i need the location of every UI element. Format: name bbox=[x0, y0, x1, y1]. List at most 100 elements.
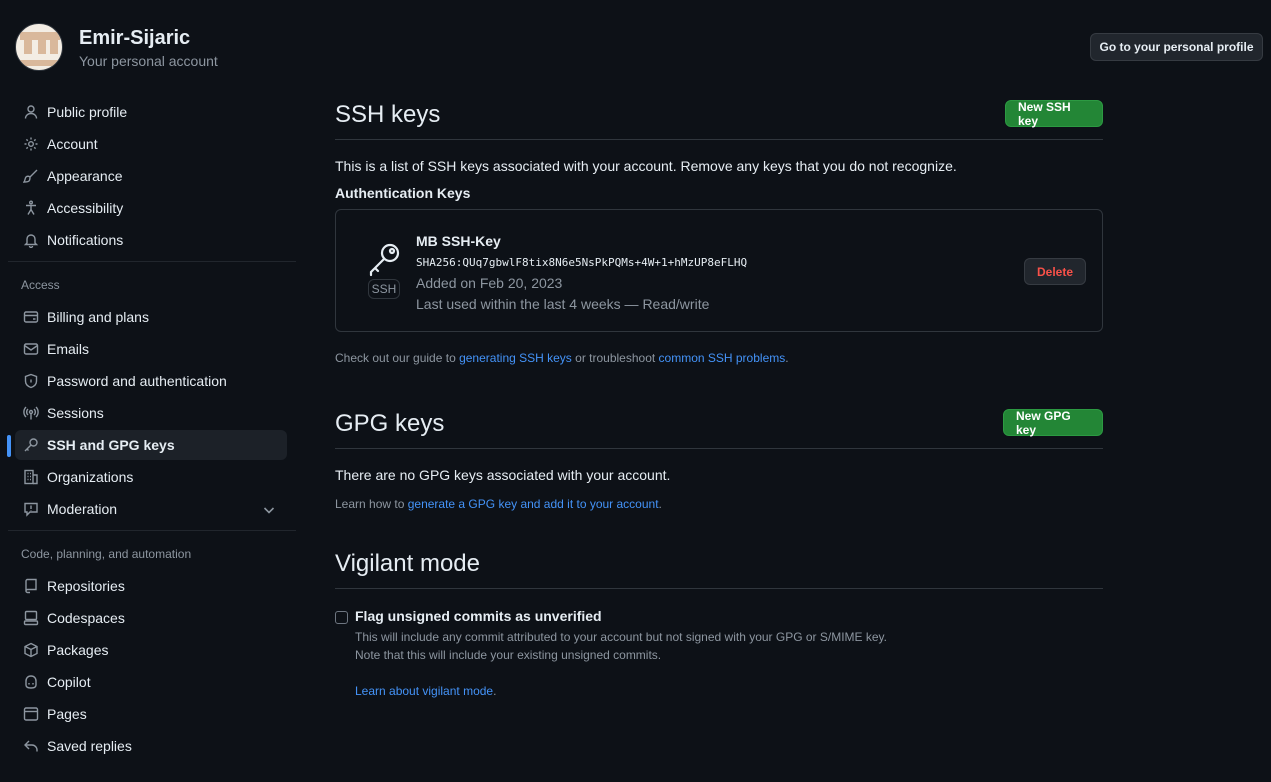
ssh-key-name: MB SSH-Key bbox=[416, 233, 501, 249]
vigilant-description-1: This will include any commit attributed … bbox=[355, 630, 888, 644]
go-to-profile-button[interactable]: Go to your personal profile bbox=[1090, 33, 1263, 61]
sidebar-item-public-profile[interactable]: Public profile bbox=[15, 97, 287, 127]
authentication-keys-title: Authentication Keys bbox=[335, 185, 471, 201]
delete-ssh-key-button[interactable]: Delete bbox=[1024, 258, 1086, 285]
generate-gpg-key-link[interactable]: generate a GPG key and add it to your ac… bbox=[408, 497, 659, 511]
gpg-learn-text: Learn how to generate a GPG key and add … bbox=[335, 497, 1103, 511]
sidebar-item-label: Billing and plans bbox=[47, 309, 149, 325]
avatar[interactable] bbox=[15, 23, 63, 71]
ssh-guide-mid: or troubleshoot bbox=[571, 351, 659, 365]
gpg-section-title: GPG keys bbox=[335, 410, 445, 437]
sidebar-item-label: Sessions bbox=[47, 405, 104, 421]
copilot-icon bbox=[23, 674, 39, 690]
key-icon bbox=[367, 241, 403, 277]
ssh-description: This is a list of SSH keys associated wi… bbox=[335, 158, 957, 174]
sidebar-item-label: Notifications bbox=[47, 232, 124, 248]
account-username[interactable]: Emir-Sijaric bbox=[79, 27, 190, 50]
sidebar-item-appearance[interactable]: Appearance bbox=[15, 161, 287, 191]
sidebar-item-emails[interactable]: Emails bbox=[15, 334, 287, 364]
sidebar-item-label: Password and authentication bbox=[47, 373, 227, 389]
sidebar-item-packages[interactable]: Packages bbox=[15, 635, 287, 665]
vigilant-learn-suffix: . bbox=[493, 684, 497, 698]
sidebar-item-label: Emails bbox=[47, 341, 90, 357]
sidebar-item-ssh-gpg-keys[interactable]: SSH and GPG keys bbox=[7, 430, 287, 460]
sidebar-item-codespaces[interactable]: Codespaces bbox=[15, 603, 287, 633]
sidebar-item-label: Saved replies bbox=[47, 738, 132, 754]
sidebar-item-label: Repositories bbox=[47, 578, 125, 594]
sidebar-item-label: Organizations bbox=[47, 469, 134, 485]
ssh-key-last-used: Last used within the last 4 weeks — Read… bbox=[416, 296, 710, 312]
vigilant-learn-text: Learn about vigilant mode. bbox=[355, 684, 496, 698]
organization-icon bbox=[23, 469, 39, 485]
ssh-key-item: SSH MB SSH-Key SHA256:QUq7gbwlF8tix8N6e5… bbox=[335, 209, 1103, 332]
ssh-section-header: SSH keys New SSH key bbox=[335, 95, 1103, 140]
learn-vigilant-mode-link[interactable]: Learn about vigilant mode bbox=[355, 684, 493, 698]
ssh-badge: SSH bbox=[368, 279, 400, 299]
sidebar-item-billing[interactable]: Billing and plans bbox=[15, 302, 287, 332]
reply-icon bbox=[23, 738, 39, 754]
ssh-key-fingerprint: SHA256:QUq7gbwlF8tix8N6e5NsPkPQMs+4W+1+h… bbox=[416, 256, 748, 269]
sidebar-item-label: Appearance bbox=[47, 168, 123, 184]
generating-ssh-keys-link[interactable]: generating SSH keys bbox=[459, 351, 572, 365]
ssh-section-title: SSH keys bbox=[335, 101, 441, 128]
credit-card-icon bbox=[23, 309, 39, 325]
sidebar-item-label: Pages bbox=[47, 706, 87, 722]
sidebar-item-label: Packages bbox=[47, 642, 109, 658]
vigilant-description-2: Note that this will include your existin… bbox=[355, 648, 662, 662]
account-subtitle: Your personal account bbox=[79, 53, 218, 69]
vigilant-checkbox-label[interactable]: Flag unsigned commits as unverified bbox=[355, 608, 602, 624]
broadcast-icon bbox=[23, 405, 39, 421]
ssh-key-added-date: Added on Feb 20, 2023 bbox=[416, 275, 563, 291]
gpg-section-header: GPG keys New GPG key bbox=[335, 404, 1103, 449]
sidebar-item-label: SSH and GPG keys bbox=[47, 437, 175, 453]
vigilant-section-title: Vigilant mode bbox=[335, 550, 480, 577]
sidebar-item-moderation[interactable]: Moderation bbox=[15, 494, 287, 524]
sidebar-item-account[interactable]: Account bbox=[15, 129, 287, 159]
sidebar-item-label: Copilot bbox=[47, 674, 91, 690]
report-icon bbox=[23, 501, 39, 517]
gear-icon bbox=[23, 136, 39, 152]
key-icon bbox=[23, 437, 39, 453]
ssh-guide-text: Check out our guide to generating SSH ke… bbox=[335, 351, 1103, 365]
vigilant-section-header: Vigilant mode bbox=[335, 544, 1103, 589]
sidebar-item-label: Public profile bbox=[47, 104, 128, 120]
sidebar-item-label: Moderation bbox=[47, 501, 118, 517]
person-icon bbox=[23, 104, 39, 120]
sidebar-item-sessions[interactable]: Sessions bbox=[15, 398, 287, 428]
package-icon bbox=[23, 642, 39, 658]
settings-sidebar: Public profile Account Appearance Access… bbox=[7, 95, 296, 761]
vigilant-option: Flag unsigned commits as unverified This… bbox=[335, 607, 1103, 707]
shield-lock-icon bbox=[23, 373, 39, 389]
sidebar-item-pages[interactable]: Pages bbox=[15, 699, 287, 729]
sidebar-group-title-access: Access bbox=[21, 278, 60, 292]
sidebar-item-repositories[interactable]: Repositories bbox=[15, 571, 287, 601]
vigilant-mode-checkbox[interactable] bbox=[335, 611, 348, 624]
new-gpg-key-button[interactable]: New GPG key bbox=[1003, 409, 1103, 437]
sidebar-item-organizations[interactable]: Organizations bbox=[15, 462, 287, 492]
codespaces-icon bbox=[23, 610, 39, 626]
gpg-learn-prefix: Learn how to bbox=[335, 497, 408, 511]
gpg-empty-message: There are no GPG keys associated with yo… bbox=[335, 467, 671, 483]
paintbrush-icon bbox=[23, 168, 39, 184]
new-ssh-key-button[interactable]: New SSH key bbox=[1005, 100, 1103, 128]
sidebar-item-password-authentication[interactable]: Password and authentication bbox=[15, 366, 287, 396]
sidebar-item-label: Accessibility bbox=[47, 200, 124, 216]
bell-icon bbox=[23, 232, 39, 248]
gpg-learn-suffix: . bbox=[658, 497, 662, 511]
repo-icon bbox=[23, 578, 39, 594]
accessibility-icon bbox=[23, 200, 39, 216]
sidebar-item-saved-replies[interactable]: Saved replies bbox=[15, 731, 287, 761]
main-content: SSH keys New SSH key This is a list of S… bbox=[335, 95, 1103, 707]
chevron-down-icon[interactable] bbox=[261, 502, 277, 518]
sidebar-item-label: Codespaces bbox=[47, 610, 125, 626]
page-header: Emir-Sijaric Your personal account Go to… bbox=[0, 0, 1271, 90]
browser-icon bbox=[23, 706, 39, 722]
common-ssh-problems-link[interactable]: common SSH problems bbox=[659, 351, 786, 365]
ssh-guide-prefix: Check out our guide to bbox=[335, 351, 460, 365]
sidebar-item-copilot[interactable]: Copilot bbox=[15, 667, 287, 697]
sidebar-item-notifications[interactable]: Notifications bbox=[15, 225, 287, 255]
sidebar-group-title-code: Code, planning, and automation bbox=[21, 547, 192, 561]
sidebar-item-accessibility[interactable]: Accessibility bbox=[15, 193, 287, 223]
ssh-guide-suffix: . bbox=[785, 351, 789, 365]
mail-icon bbox=[23, 341, 39, 357]
